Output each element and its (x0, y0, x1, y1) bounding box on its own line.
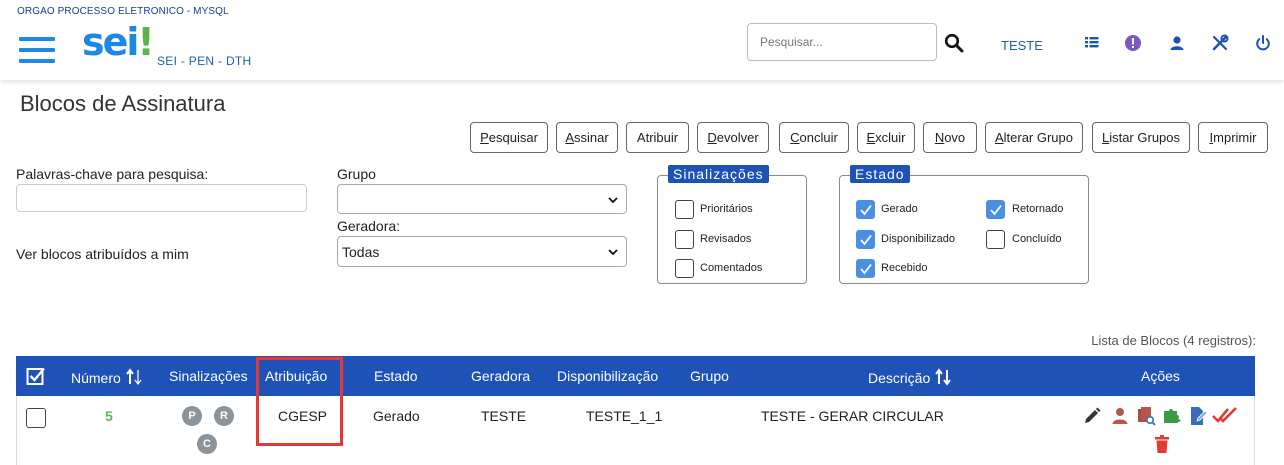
checkbox-recebido[interactable] (856, 259, 875, 278)
label-revisados: Revisados (700, 233, 752, 245)
logo-bang: ! (137, 20, 154, 64)
col-estado[interactable]: Estado (374, 368, 418, 384)
change-group-button[interactable]: Alterar Grupo (985, 122, 1083, 153)
user-name-link[interactable]: TESTE (1001, 38, 1043, 53)
checkbox-gerado[interactable] (856, 200, 875, 219)
assigned-to-me-link[interactable]: Ver blocos atribuídos a mim (16, 246, 189, 262)
top-header: ORGAO PROCESSO ELETRONICO - MYSQL sei! S… (0, 0, 1284, 80)
table-row: 5 P R C CGESP Gerado TESTE TESTE_1_1 TES… (16, 396, 1255, 465)
row-atribuicao: CGESP (278, 408, 328, 424)
print-button[interactable]: Imprimir (1198, 122, 1268, 153)
list-groups-button[interactable]: Listar Grupos (1092, 122, 1190, 153)
keywords-input[interactable] (16, 184, 307, 212)
generator-label: Geradora: (337, 218, 401, 234)
group-select[interactable] (337, 184, 627, 214)
col-numero[interactable]: Número (71, 368, 143, 386)
trash-icon[interactable] (1152, 434, 1172, 454)
row-checkbox[interactable] (26, 408, 46, 428)
row-descricao: TESTE - GERAR CIRCULAR (761, 408, 944, 424)
pen-icon[interactable] (1082, 406, 1102, 426)
row-estado: Gerado (373, 408, 420, 424)
table-caption: Lista de Blocos (4 registros): (1091, 333, 1256, 348)
state-fieldset: Estado Gerado Retornado Disponibilizado … (839, 165, 1089, 284)
return-button[interactable]: Devolver (697, 122, 769, 153)
row-numero[interactable]: 5 (105, 408, 113, 424)
col-grupo[interactable]: Grupo (690, 368, 729, 384)
signal-badge-p: P (182, 406, 202, 426)
page-title: Blocos de Assinatura (20, 91, 226, 116)
signal-badge-c: C (197, 434, 217, 454)
checkbox-disponibilizado[interactable] (856, 230, 875, 249)
label-gerado: Gerado (881, 203, 918, 215)
user-icon[interactable] (1168, 34, 1186, 52)
puzzle-icon[interactable] (1162, 406, 1182, 426)
search-button[interactable]: Pesquisar (470, 122, 548, 153)
edit-document-icon[interactable] (1188, 406, 1208, 426)
col-disponibilizacao[interactable]: Disponibilização (557, 368, 658, 384)
new-button[interactable]: Novo (923, 122, 977, 153)
alert-icon[interactable] (1124, 34, 1142, 52)
col-sinalizacoes[interactable]: Sinalizações (169, 368, 248, 384)
table-header: Número Sinalizações Atribuição Estado Ge… (16, 356, 1255, 396)
documents-search-icon[interactable] (1136, 406, 1156, 426)
label-prioritarios: Prioritários (700, 203, 753, 215)
chevron-down-icon (608, 197, 618, 204)
signals-legend: Sinalizações (668, 165, 769, 183)
state-legend: Estado (850, 165, 910, 183)
sign-button[interactable]: Assinar (556, 122, 618, 153)
sei-logo[interactable]: sei! (82, 20, 155, 64)
group-label: Grupo (337, 166, 376, 182)
user-assign-icon[interactable] (1110, 406, 1130, 426)
menu-icon[interactable] (19, 35, 55, 65)
organization-name: ORGAO PROCESSO ELETRONICO - MYSQL (17, 6, 229, 17)
row-geradora: TESTE (481, 408, 527, 424)
search-input[interactable] (747, 23, 937, 61)
generator-select[interactable]: Todas (337, 236, 627, 267)
logo-text: sei (82, 20, 139, 64)
select-all-checkbox[interactable] (26, 366, 46, 386)
double-check-icon[interactable] (1212, 405, 1238, 425)
assign-button[interactable]: Atribuir (626, 122, 689, 153)
col-geradora[interactable]: Geradora (471, 368, 530, 384)
signals-fieldset: Sinalizações Prioritários Revisados Come… (657, 165, 807, 284)
checkbox-comentados[interactable] (675, 259, 694, 278)
grid-icon[interactable] (1083, 34, 1101, 52)
delete-button[interactable]: Excluir (857, 122, 915, 153)
keywords-label: Palavras-chave para pesquisa: (16, 166, 209, 182)
label-concluido: Concluído (1012, 233, 1062, 245)
label-comentados: Comentados (700, 262, 763, 274)
label-recebido: Recebido (881, 262, 928, 274)
power-icon[interactable] (1254, 34, 1272, 52)
row-disponibilizacao: TESTE_1_1 (586, 408, 663, 424)
checkbox-retornado[interactable] (986, 200, 1005, 219)
sort-icon[interactable] (934, 368, 952, 386)
chevron-down-icon (608, 249, 618, 256)
checkbox-concluido[interactable] (986, 230, 1005, 249)
search-icon[interactable] (944, 33, 964, 53)
label-disponibilizado: Disponibilizado (881, 233, 955, 245)
col-descricao[interactable]: Descrição (868, 368, 952, 386)
system-subtitle: SEI - PEN - DTH (157, 54, 252, 68)
col-atribuicao[interactable]: Atribuição (265, 368, 327, 384)
checkbox-prioritarios[interactable] (675, 200, 694, 219)
checkbox-revisados[interactable] (675, 230, 694, 249)
conclude-button[interactable]: Concluir (779, 122, 849, 153)
label-retornado: Retornado (1012, 203, 1064, 215)
signal-badge-r: R (214, 406, 234, 426)
sort-icon[interactable] (125, 368, 143, 386)
tools-icon[interactable] (1211, 34, 1229, 52)
col-acoes: Ações (1141, 368, 1180, 384)
